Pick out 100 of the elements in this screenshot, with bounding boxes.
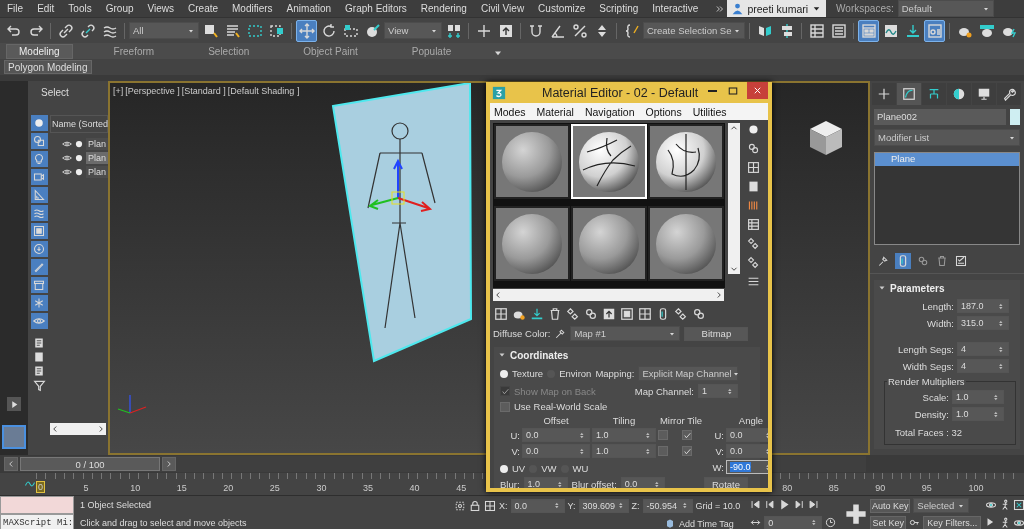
menu-item[interactable]: Modes <box>494 105 526 118</box>
number-field[interactable]: 309.609 <box>578 498 629 513</box>
number-field[interactable]: 0.0 <box>726 444 768 458</box>
frame-number: 5 <box>82 483 90 493</box>
time-slider-thumb[interactable]: 0 / 100 <box>20 457 160 471</box>
object-name[interactable]: Plan <box>86 166 108 178</box>
frame-number: 85 <box>827 483 840 493</box>
column-header[interactable]: Name (Sorted <box>50 115 108 133</box>
ribbon-tab[interactable]: Object Paint <box>290 44 371 59</box>
modifier-list-dropdown[interactable]: Modifier List <box>874 129 1020 146</box>
menu-item[interactable]: Customize <box>531 3 593 14</box>
menu-item[interactable]: Group <box>98 3 141 14</box>
toolbar-dropdown[interactable]: View <box>384 22 442 39</box>
rollout-title[interactable]: Coordinates <box>510 349 569 361</box>
number-field[interactable]: 0.0 <box>522 428 590 442</box>
number-field[interactable]: 4 <box>957 359 1009 373</box>
radio-label: UV <box>512 463 526 474</box>
number-field[interactable]: 1.0 <box>592 428 656 442</box>
maxscript-listener-field[interactable]: MAXScript Mi: <box>0 514 74 529</box>
viewport-label[interactable]: [Standard ] <box>181 86 226 96</box>
ribbon-tab[interactable]: Selection <box>195 44 263 59</box>
menu-item[interactable]: Animation <box>279 3 339 14</box>
number-field[interactable]: 0.0 <box>620 477 665 488</box>
viewport-label[interactable]: [+] <box>113 86 124 96</box>
axis-label: W: <box>711 461 724 473</box>
number-field[interactable]: 0 <box>764 515 823 529</box>
number-field[interactable]: 0.0 <box>522 444 590 458</box>
radio-label: VW <box>541 463 557 474</box>
number-field[interactable]: 0.0 <box>726 428 768 442</box>
blur-label: Blur: <box>500 478 520 488</box>
menu-item[interactable]: File <box>0 3 31 14</box>
ribbon-tab[interactable]: Freeform <box>100 44 168 59</box>
number-field[interactable]: 0.0 <box>510 498 565 513</box>
key-mode-dropdown[interactable]: Selected <box>913 498 970 514</box>
object-name[interactable]: Plan <box>86 138 108 150</box>
menu-item[interactable]: Graph Editors <box>338 3 414 14</box>
coordinate-label: X: <box>499 500 508 511</box>
frame-number: 80 <box>781 483 794 493</box>
object-name[interactable]: Plan <box>86 152 108 164</box>
grid-label: Grid = 10.0 <box>695 500 741 511</box>
radio-label: Environ <box>559 368 592 379</box>
viewport-label[interactable]: [Default Shading ] <box>227 86 300 96</box>
viewport-label[interactable]: [Perspective ] <box>125 86 180 96</box>
rotate-button[interactable]: Rotate <box>704 477 748 488</box>
key-filters-button[interactable]: Key Filters... <box>923 515 982 529</box>
menu-item[interactable]: Options <box>645 105 682 118</box>
number-field[interactable]: 4 <box>957 342 1009 356</box>
menu-item[interactable]: Navigation <box>584 105 635 118</box>
blur-offset-label: Blur offset: <box>571 478 617 488</box>
menu-item[interactable]: Modifiers <box>225 3 280 14</box>
radio-label: Texture <box>512 368 544 379</box>
ribbon-tab[interactable]: Populate <box>398 44 465 59</box>
menu-item[interactable]: Interactive <box>645 3 706 14</box>
frame-number: 35 <box>362 483 374 493</box>
object-name-field[interactable]: Plane002 <box>874 109 1006 125</box>
menu-item[interactable]: Views <box>140 3 181 14</box>
axis-label: U: <box>713 429 724 441</box>
rollout-title[interactable]: Parameters <box>890 282 945 294</box>
field-label: Density: <box>913 408 949 420</box>
selection-status: 1 Object Selected <box>80 500 153 510</box>
menu-item[interactable]: Tools <box>61 3 99 14</box>
map-type-button[interactable]: Bitmap <box>684 326 749 341</box>
set-key-button[interactable]: Set Key <box>870 515 907 529</box>
column-header: Mirror Tile <box>658 415 704 426</box>
menu-item[interactable]: Utilities <box>692 105 727 118</box>
checkbox-label: Use Real-World Scale <box>514 401 608 412</box>
number-field[interactable]: 1.0 <box>952 407 1004 421</box>
menu-item[interactable]: Civil View <box>473 3 532 14</box>
ribbon-tab[interactable]: Modeling <box>6 44 73 59</box>
auto-key-button[interactable]: Auto Key <box>870 498 911 513</box>
modifier-stack-item[interactable]: Plane <box>875 153 1019 166</box>
toolbar-dropdown[interactable]: All <box>129 22 199 39</box>
map-channel-label: Map Channel: <box>634 385 694 397</box>
frame-number: 25 <box>268 483 281 493</box>
diffuse-color-label: Diffuse Color: <box>493 328 551 339</box>
menu-item[interactable]: Rendering <box>413 3 474 14</box>
mapping-dropdown[interactable]: Explicit Map Channel <box>638 366 739 381</box>
frame-number: 95 <box>920 483 933 493</box>
add-time-tag-button[interactable]: Add Time Tag <box>664 517 741 529</box>
number-field[interactable]: 187.0 <box>957 299 1009 313</box>
workspace-dropdown[interactable]: Default <box>897 0 994 17</box>
menu-item[interactable]: Edit <box>30 3 62 14</box>
toolbar-dropdown[interactable]: Create Selection Se <box>643 22 745 39</box>
coordinate-label: Y: <box>567 500 576 511</box>
menu-item[interactable]: Material <box>536 105 574 118</box>
number-field[interactable]: 1.0 <box>523 477 568 488</box>
ribbon-panel-tab[interactable]: Polygon Modeling <box>4 60 92 74</box>
number-field[interactable]: 1.0 <box>592 444 656 458</box>
number-field[interactable]: 1.0 <box>952 390 1004 404</box>
number-field[interactable]: -90.0 <box>726 460 768 474</box>
menu-item[interactable]: Create <box>181 3 226 14</box>
number-field[interactable]: 1 <box>698 384 738 398</box>
axis-label: V: <box>510 445 520 457</box>
map-dropdown[interactable]: Map #1 <box>570 326 681 341</box>
menu-item[interactable]: Scripting <box>592 3 646 14</box>
number-field[interactable]: -50.954 <box>642 498 693 513</box>
frame-number: 30 <box>315 483 328 493</box>
field-label: Length: <box>921 300 954 312</box>
number-field[interactable]: 315.0 <box>957 316 1009 330</box>
user-account-button[interactable]: preeti kumari <box>727 0 827 17</box>
